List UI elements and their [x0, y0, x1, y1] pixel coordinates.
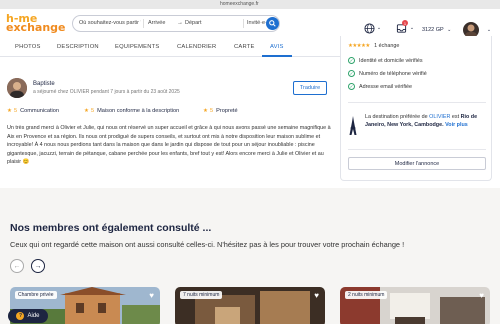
- rating-score: 5: [14, 108, 18, 114]
- card-tag: 7 nuits minimum: [180, 291, 223, 299]
- see-more-link[interactable]: Voir plus: [444, 122, 468, 128]
- tab-description[interactable]: DESCRIPTION: [57, 44, 99, 50]
- destination-input[interactable]: Où souhaitez-vous partir ?: [79, 16, 141, 31]
- browser-url: homeexchange.fr: [220, 1, 259, 7]
- chevron-down-icon[interactable]: ⌄: [371, 20, 387, 36]
- reviewer-name[interactable]: Baptiste: [33, 81, 55, 87]
- eiffel-tower-icon: [349, 116, 357, 135]
- reviewer-photo: [7, 78, 27, 98]
- exchange-count: 1 échange: [374, 43, 400, 49]
- listing-tabs: PHOTOS DESCRIPTION EQUIPEMENTS CALENDRIE…: [0, 41, 340, 57]
- rating-label: Propreté: [216, 108, 238, 114]
- chevron-down-icon[interactable]: ⌄: [404, 20, 420, 36]
- verification-identity: ✓ Identité et domicile vérifiés: [348, 57, 423, 64]
- departure-date-field[interactable]: Départ: [185, 16, 235, 31]
- check-icon: ✓: [348, 70, 355, 77]
- section-title: Nos membres ont également consulté ...: [10, 222, 212, 234]
- rating-communication: ★ 5 Communication: [7, 108, 59, 114]
- guest-points-label: 3122 GP: [422, 27, 444, 33]
- arrow-left-icon: ←: [13, 262, 21, 270]
- host-info-card: ★★★★★ 1 échange ✓ Identité et domicile vé…: [340, 36, 492, 181]
- verification-phone: ✓ Numéro de téléphone vérifié: [348, 70, 427, 77]
- verification-email: ✓ Adresse email vérifiée: [348, 83, 412, 90]
- search-divider: [143, 19, 144, 28]
- active-tab-indicator: [262, 55, 292, 57]
- search-icon: [269, 20, 276, 27]
- dest-prefix: La destination préférée de: [365, 114, 430, 120]
- search-divider: [243, 19, 244, 28]
- rating-description: ★ 5 Maison conforme à la description: [84, 108, 179, 114]
- exchange-count-row: ★★★★★ 1 échange: [348, 43, 399, 49]
- check-icon: ✓: [348, 57, 355, 64]
- tab-calendrier[interactable]: CALENDRIER: [177, 44, 216, 50]
- verification-label: Adresse email vérifiée: [359, 83, 413, 90]
- homeexchange-logo[interactable]: h-me exchange: [6, 13, 66, 34]
- rating-score: 5: [91, 108, 95, 114]
- tab-equipements[interactable]: EQUIPEMENTS: [115, 44, 159, 50]
- rating-label: Maison conforme à la description: [97, 108, 180, 114]
- arrow-right-icon: →: [34, 262, 42, 270]
- dest-mid: est: [450, 114, 461, 120]
- rating-label: Communication: [20, 108, 60, 114]
- star-rating-icon: ★★★★★: [348, 43, 370, 49]
- section-subtitle: Ceux qui ont regardé cette maison ont au…: [10, 240, 405, 249]
- translate-button[interactable]: Traduire: [293, 81, 327, 95]
- listing-card[interactable]: 2 nuits minimum ♥: [340, 287, 490, 324]
- tab-carte[interactable]: CARTE: [234, 44, 255, 50]
- host-name-link[interactable]: OLIVIER: [429, 114, 450, 120]
- star-icon: ★: [84, 108, 90, 114]
- review-ratings: ★ 5 Communication ★ 5 Maison conforme à la d…: [7, 108, 337, 116]
- check-icon: ✓: [348, 83, 355, 90]
- logo-line-2: exchange: [6, 21, 66, 34]
- divider: [348, 149, 486, 150]
- tab-photos[interactable]: PHOTOS: [15, 44, 41, 50]
- star-icon: ★: [7, 108, 13, 114]
- modify-listing-button[interactable]: Modifier l'annonce: [348, 157, 486, 170]
- heart-icon[interactable]: ♥: [149, 291, 154, 300]
- rating-score: 5: [210, 108, 214, 114]
- browser-url-bar: homeexchange.fr: [0, 0, 500, 9]
- guest-points-balance[interactable]: 3122 GP ⌄: [422, 27, 451, 33]
- help-button[interactable]: ? Aide: [8, 309, 48, 323]
- star-icon: ★: [203, 108, 209, 114]
- help-label: Aide: [27, 313, 40, 319]
- heart-icon[interactable]: ♥: [314, 291, 319, 300]
- chevron-down-icon: ⌄: [447, 27, 452, 33]
- carousel-prev-button[interactable]: ←: [10, 259, 24, 273]
- reviewer-avatar: [7, 78, 27, 98]
- rating-proprete: ★ 5 Propreté: [203, 108, 238, 114]
- favorite-destination-text: La destination préférée de OLIVIER est R…: [365, 114, 485, 129]
- question-icon: ?: [16, 312, 25, 320]
- card-tag: 2 nuits minimum: [345, 291, 388, 299]
- verification-label: Numéro de téléphone vérifié: [359, 70, 427, 77]
- listing-card[interactable]: 7 nuits minimum ♥: [175, 287, 325, 324]
- verification-label: Identité et domicile vérifiés: [359, 57, 423, 64]
- tab-avis[interactable]: AVIS: [270, 44, 284, 50]
- arrow-right-icon: →: [177, 20, 183, 26]
- search-bar[interactable]: Où souhaitez-vous partir ? Arrivée → Dép…: [72, 15, 280, 32]
- card-tag: Chambre privée: [15, 291, 57, 299]
- divider: [348, 102, 486, 103]
- review-text: Un très grand merci à Olivier et Julie, …: [7, 125, 331, 166]
- carousel-next-button[interactable]: →: [31, 259, 45, 273]
- search-button[interactable]: [266, 17, 279, 30]
- review-stay-info: a séjourné chez OLIVIER pendant 7 jours …: [33, 89, 180, 95]
- heart-icon[interactable]: ♥: [479, 291, 484, 300]
